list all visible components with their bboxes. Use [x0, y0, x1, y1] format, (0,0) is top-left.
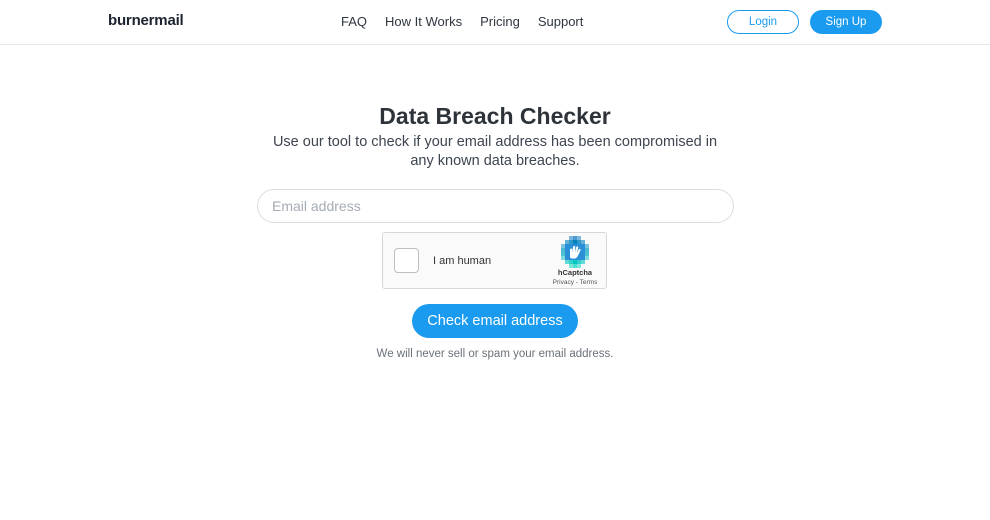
- captcha-brand: hCaptcha: [557, 268, 593, 277]
- signup-button[interactable]: Sign Up: [810, 10, 882, 34]
- privacy-note: We will never sell or spam your email ad…: [376, 348, 614, 360]
- site-header: burnermail FAQ How It Works Pricing Supp…: [0, 0, 990, 45]
- nav-pricing[interactable]: Pricing: [480, 14, 520, 29]
- nav-faq[interactable]: FAQ: [341, 14, 367, 29]
- page-subtitle: Use our tool to check if your email addr…: [272, 134, 718, 169]
- nav-support[interactable]: Support: [538, 14, 584, 29]
- email-input[interactable]: [257, 189, 734, 223]
- captcha-label: I am human: [433, 255, 492, 267]
- check-email-button[interactable]: Check email address: [412, 304, 578, 338]
- login-button[interactable]: Login: [727, 10, 799, 34]
- nav-how-it-works[interactable]: How It Works: [385, 14, 462, 29]
- main-nav: FAQ How It Works Pricing Support: [341, 14, 583, 29]
- hcaptcha-widget: I am human hCaptcha Privacy - Terms: [382, 232, 607, 289]
- page-title: Data Breach Checker: [379, 103, 611, 129]
- captcha-checkbox[interactable]: [394, 248, 419, 273]
- hcaptcha-logo-icon: [561, 236, 589, 268]
- burnermail-logo[interactable]: burnermail: [108, 12, 184, 29]
- captcha-privacy-terms-links[interactable]: Privacy - Terms: [541, 279, 609, 286]
